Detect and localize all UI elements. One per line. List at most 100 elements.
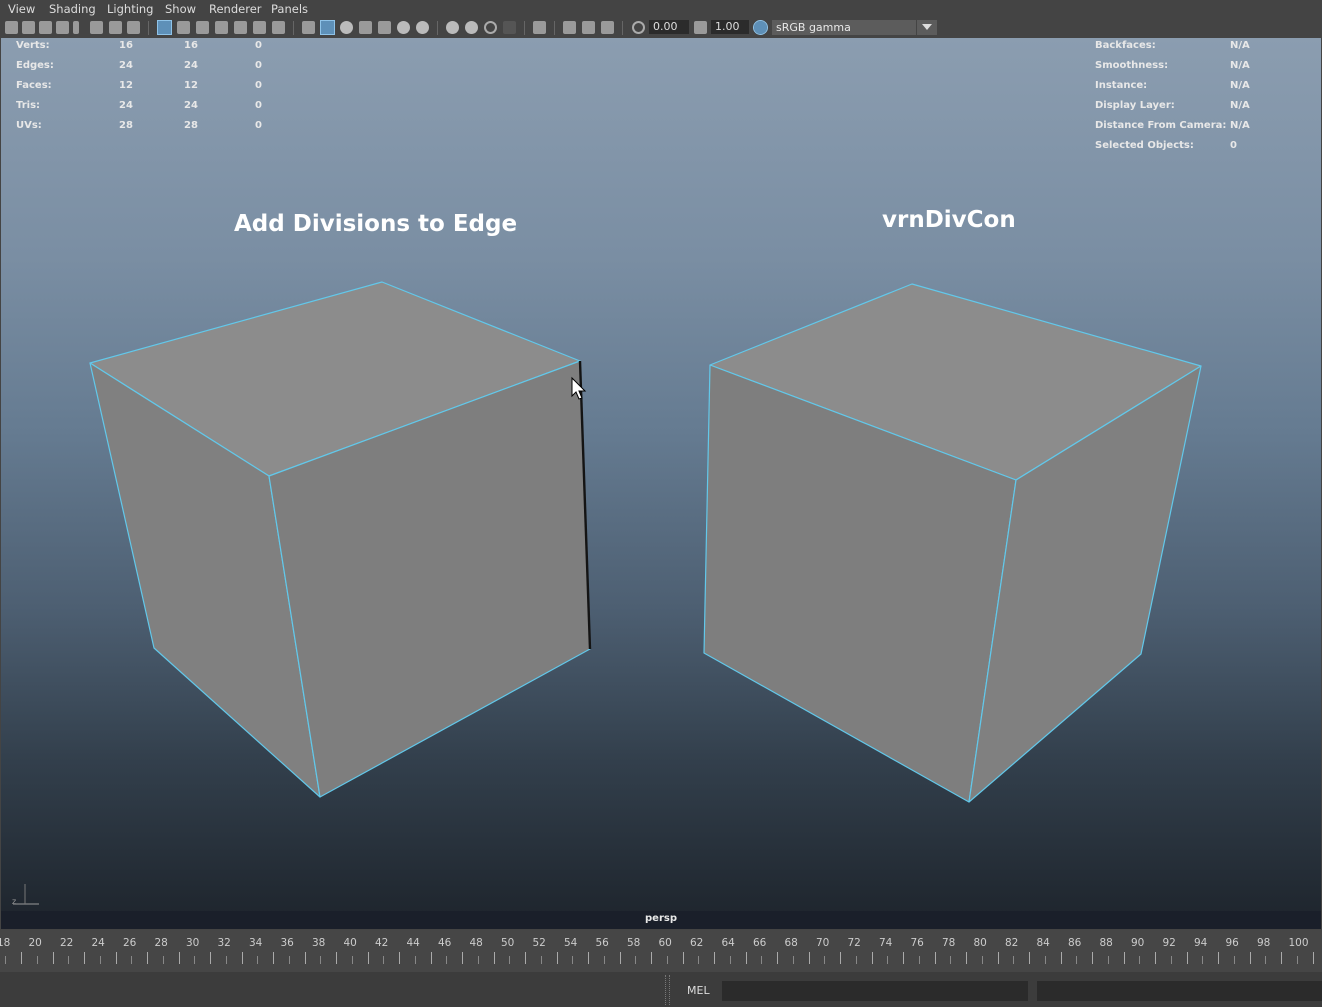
brush-icon[interactable] (127, 21, 140, 34)
drag-handle[interactable] (665, 975, 670, 1005)
2d-pan-zoom-icon[interactable] (90, 21, 103, 34)
frame-label: 76 (910, 937, 924, 949)
field-chart-icon[interactable] (234, 21, 247, 34)
safe-title-icon[interactable] (272, 21, 285, 34)
frame-label: 32 (217, 937, 231, 949)
frame-label: 40 (343, 937, 357, 949)
frame-tick (651, 952, 652, 964)
frame-tick (273, 952, 274, 964)
ambient-occlusion-icon[interactable] (446, 21, 459, 34)
frame-tick (966, 952, 967, 964)
menu-renderer[interactable]: Renderer (209, 2, 262, 16)
color-space-dropdown[interactable]: sRGB gamma (772, 20, 937, 35)
frame-label: 20 (28, 937, 42, 949)
frame-label: 80 (973, 937, 987, 949)
frame-label: 82 (1005, 937, 1019, 949)
frame-tick-minor (288, 956, 290, 964)
frame-tick-minor (540, 956, 542, 964)
time-slider[interactable]: 18 20 22 24 26 28 30 32 34 36 38 40 42 44 46 48 50 52 54 56… (0, 930, 1322, 972)
frame-tick-minor (855, 956, 857, 964)
frame-tick-minor (666, 956, 668, 964)
cube-right[interactable] (703, 283, 1202, 803)
camera-name: persp (645, 913, 677, 924)
film-gate-icon[interactable] (177, 21, 190, 34)
exposure-icon[interactable] (632, 21, 645, 34)
grease-pencil-icon[interactable] (109, 21, 122, 34)
bookmark-icon[interactable] (73, 21, 79, 34)
frame-tick (462, 952, 463, 964)
frame-tick (871, 952, 873, 964)
safe-action-icon[interactable] (253, 21, 266, 34)
frame-label: 64 (721, 937, 735, 949)
color-management-icon[interactable] (753, 20, 768, 35)
frame-label: 90 (1131, 937, 1145, 949)
default-material-icon[interactable] (340, 21, 353, 34)
cube-left[interactable] (89, 281, 592, 798)
frame-tick-minor (509, 956, 510, 964)
command-input[interactable] (722, 981, 1028, 1001)
camera-attributes-icon[interactable] (22, 21, 35, 34)
grid-icon[interactable] (157, 20, 172, 35)
frame-label: 98 (1257, 937, 1271, 949)
gamma-field[interactable]: 1.00 (711, 20, 749, 34)
svg-text:z: z (12, 897, 16, 906)
frame-tick-minor (572, 956, 573, 964)
frame-tick (525, 952, 526, 964)
menu-shading[interactable]: Shading (49, 2, 96, 16)
frame-tick-minor (887, 956, 888, 964)
frame-label: 66 (753, 937, 767, 949)
camera-select-icon[interactable] (5, 21, 18, 34)
viewport-persp[interactable]: Verts: 16 16 0 Edges: 24 24 0 Faces: 12 12 0 Tris: 24… (1, 38, 1321, 914)
frame-tick-minor (68, 956, 69, 964)
frame-tick-minor (162, 956, 164, 964)
motion-blur-icon[interactable] (465, 21, 478, 34)
frame-label: 56 (595, 937, 609, 949)
xray-active-icon[interactable] (601, 21, 614, 34)
xray-joints-icon[interactable] (582, 21, 595, 34)
frame-tick-minor (1044, 956, 1046, 964)
lighting-icon[interactable] (397, 21, 410, 34)
gamma-icon[interactable] (694, 21, 707, 34)
frame-tick-minor (950, 956, 951, 964)
command-result-field (1037, 981, 1322, 1001)
frame-tick (493, 952, 495, 964)
command-language-label[interactable]: MEL (687, 984, 710, 997)
frame-tick (178, 952, 180, 964)
exposure-field[interactable]: 0.00 (649, 20, 689, 34)
viewport-scene: z (12, 281, 1202, 906)
xray-icon[interactable] (563, 21, 576, 34)
frame-label: 78 (942, 937, 956, 949)
chevron-down-icon[interactable] (916, 20, 937, 35)
frame-label: 54 (564, 937, 578, 949)
textured-icon[interactable] (378, 21, 391, 34)
menu-show[interactable]: Show (165, 2, 196, 16)
menu-lighting[interactable]: Lighting (107, 2, 153, 16)
frame-tick-minor (351, 956, 353, 964)
wireframe-on-shaded-icon[interactable] (359, 21, 372, 34)
resolution-gate-icon[interactable] (196, 21, 209, 34)
shadows-icon[interactable] (416, 21, 429, 34)
frame-label: 74 (879, 937, 893, 949)
frame-label: 50 (501, 937, 515, 949)
gate-mask-icon[interactable] (215, 21, 228, 34)
menu-view[interactable]: View (8, 2, 35, 16)
smooth-shade-icon[interactable] (320, 20, 335, 35)
image-plane-icon[interactable] (56, 21, 69, 34)
wireframe-icon[interactable] (302, 21, 315, 34)
anti-aliasing-icon[interactable] (484, 21, 497, 34)
menu-panels[interactable]: Panels (271, 2, 308, 16)
frame-label: 30 (186, 937, 200, 949)
frame-label: 46 (438, 937, 452, 949)
bookmarks-icon[interactable] (39, 21, 52, 34)
frame-tick-minor (383, 956, 384, 964)
frame-tick (1092, 952, 1093, 964)
color-space-value: sRGB gamma (776, 21, 851, 34)
frame-tick (619, 952, 621, 964)
frame-label: 22 (60, 937, 74, 949)
frame-tick-minor (99, 956, 101, 964)
frame-tick (52, 952, 54, 964)
frame-label: 18 (0, 937, 11, 949)
frame-tick-minor (698, 956, 699, 964)
depth-of-field-icon[interactable] (503, 21, 516, 34)
isolate-select-icon[interactable] (533, 21, 546, 34)
